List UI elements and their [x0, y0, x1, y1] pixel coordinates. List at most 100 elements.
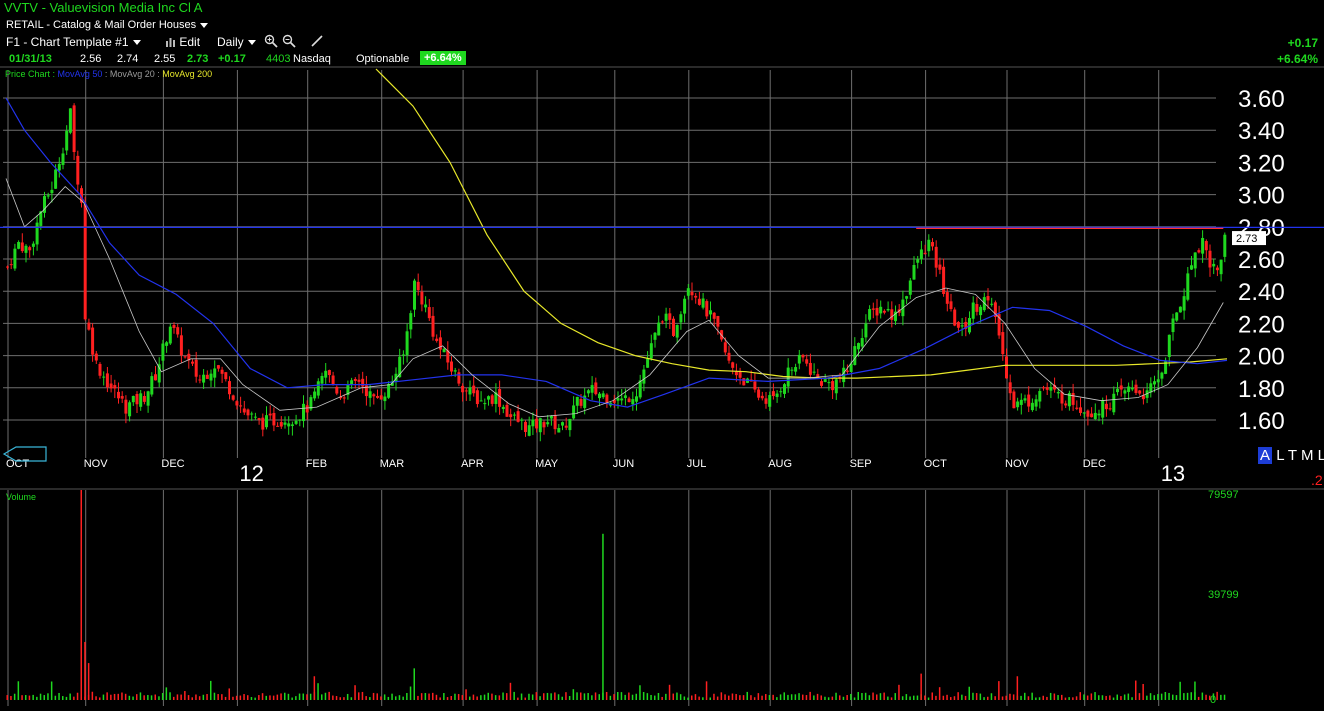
candle-body: [117, 391, 120, 399]
volume-bar: [165, 687, 168, 700]
x-tick-label: 13: [1161, 461, 1185, 486]
volume-bar: [483, 694, 486, 700]
candle-body: [431, 315, 435, 337]
candle-body: [512, 414, 516, 416]
candle-body: [235, 401, 239, 406]
volume-bar: [324, 692, 327, 700]
candle-body: [1030, 402, 1034, 411]
volume-bar: [676, 692, 678, 700]
chart-legend: Price Chart : MovAvg 50 : MovAvg 20 : Mo…: [5, 69, 213, 79]
candle-body: [956, 322, 960, 328]
candle-body: [1097, 413, 1101, 416]
x-tick-label: NOV: [84, 458, 109, 470]
volume-bar: [1183, 693, 1185, 700]
volume-bar: [50, 681, 53, 700]
volume-bar: [609, 695, 612, 700]
candle-body: [427, 307, 431, 319]
volume-bar: [243, 694, 245, 700]
candle-body: [1160, 372, 1164, 379]
volume-bar: [1135, 680, 1137, 700]
y-tick-label: 2.20: [1238, 311, 1285, 338]
candle-body: [146, 391, 150, 406]
volume-bar: [631, 694, 634, 700]
volume-tick-label: 39799: [1208, 589, 1239, 601]
volume-bar: [1179, 681, 1181, 700]
candle-body: [76, 155, 80, 185]
candle-body: [657, 322, 661, 336]
candle-body: [331, 375, 335, 385]
tab-l2[interactable]: L: [1318, 447, 1324, 464]
volume-bar: [195, 694, 197, 700]
volume-bar: [809, 691, 811, 700]
volume-bar: [1072, 697, 1074, 700]
volume-bar: [254, 697, 256, 700]
volume-bar: [28, 695, 31, 700]
candle-body: [205, 374, 209, 379]
volume-bar: [683, 696, 686, 700]
candle-body: [524, 421, 527, 433]
candle-body: [342, 397, 346, 399]
volume-bar: [901, 696, 904, 700]
candle-body: [298, 419, 302, 421]
tab-t[interactable]: T: [1288, 447, 1297, 464]
volume-bar: [265, 695, 267, 700]
volume-spike: [87, 663, 90, 700]
volume-bar: [1024, 692, 1026, 700]
volume-bar: [428, 693, 430, 700]
candle-body: [1075, 407, 1079, 409]
candle-body: [1016, 401, 1020, 408]
volume-bar: [1186, 692, 1189, 700]
candle-body: [705, 301, 709, 317]
volume-bar: [258, 695, 260, 700]
candle-body: [179, 335, 183, 356]
candle-body: [246, 409, 250, 416]
candle-body: [383, 396, 387, 402]
candle-body: [960, 325, 964, 327]
volume-bar: [942, 695, 945, 700]
x-tick-label: FEB: [306, 458, 327, 470]
volume-bar: [62, 696, 64, 700]
candle-body: [435, 338, 439, 341]
volume-bar: [864, 692, 867, 700]
volume-bar: [550, 693, 552, 700]
candle-body: [845, 370, 849, 372]
volume-bar: [605, 691, 608, 700]
volume-bar: [25, 695, 27, 700]
y-tick-label: 1.80: [1238, 376, 1285, 403]
volume-bar: [298, 693, 301, 700]
candle-body: [327, 370, 331, 376]
volume-bar: [32, 694, 34, 700]
volume-bar: [961, 694, 963, 700]
volume-bar: [1061, 694, 1063, 700]
candle-body: [927, 239, 931, 252]
candle-body: [683, 298, 687, 314]
volume-spike: [920, 673, 922, 700]
price-chart[interactable]: 1.601.802.002.202.402.602.803.003.203.40…: [0, 0, 1324, 711]
candle-body: [642, 369, 646, 384]
candle-body: [302, 403, 305, 422]
volume-bar: [691, 695, 693, 700]
volume-bar: [898, 684, 900, 700]
candle-body: [120, 396, 124, 399]
candle-body: [860, 338, 864, 347]
volume-spike: [602, 533, 604, 700]
volume-bar: [272, 695, 275, 700]
volume-bar: [476, 696, 478, 700]
volume-bar: [698, 696, 700, 700]
volume-bar: [58, 692, 60, 700]
volume-bar: [572, 689, 575, 700]
candle-body: [672, 318, 675, 336]
candle-body: [520, 419, 524, 421]
candle-body: [468, 387, 472, 395]
volume-bar: [432, 692, 434, 700]
x-tick-label: JUN: [613, 458, 634, 470]
volume-bar: [1094, 692, 1096, 700]
tab-m[interactable]: M: [1301, 447, 1314, 464]
candle-body: [553, 415, 557, 430]
volume-bar: [39, 693, 42, 700]
volume-bar: [461, 695, 464, 700]
tab-l[interactable]: L: [1276, 447, 1284, 464]
volume-bar: [10, 695, 12, 700]
tab-a[interactable]: A: [1258, 447, 1273, 464]
candle-body: [405, 331, 409, 356]
